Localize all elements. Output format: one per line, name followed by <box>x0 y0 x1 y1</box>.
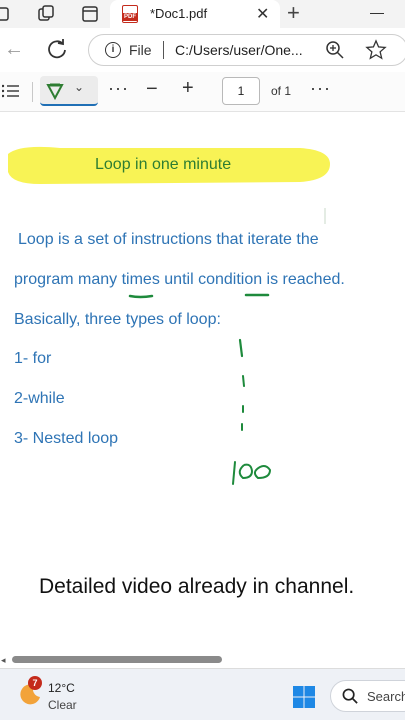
url-field[interactable]: i File C:/Users/user/One... <box>88 34 405 66</box>
weather-condition[interactable]: Clear <box>48 698 77 712</box>
page-number-input[interactable]: 1 <box>222 77 260 105</box>
more-tools-icon[interactable]: ··· <box>108 78 129 99</box>
zoom-icon[interactable] <box>325 40 345 60</box>
page-total-label: of 1 <box>271 84 292 98</box>
favorite-star-icon[interactable] <box>365 39 387 61</box>
search-placeholder: Search <box>367 689 405 704</box>
back-arrow-icon[interactable]: ← <box>4 38 24 61</box>
taskbar: 7 12°C Clear Search <box>0 668 405 720</box>
close-tab-icon[interactable]: ✕ <box>256 4 269 24</box>
url-separator <box>163 41 164 59</box>
table-of-contents-icon[interactable] <box>2 82 20 100</box>
pdf-page[interactable]: Loop in one minute Loop is a set of inst… <box>0 112 405 660</box>
workspaces-icon[interactable] <box>0 4 20 24</box>
more-options-icon[interactable]: ··· <box>310 78 331 99</box>
draw-button[interactable]: ⌄ <box>40 76 98 106</box>
tab-actions-icon[interactable] <box>80 4 100 24</box>
tab-title: *Doc1.pdf <box>150 6 208 21</box>
weather-badge: 7 <box>28 676 42 690</box>
underline-icon <box>128 293 270 299</box>
toolbar-divider <box>32 82 33 102</box>
scheme-label: File <box>129 42 152 58</box>
draw-pen-icon <box>46 83 64 100</box>
taskbar-search[interactable]: Search <box>330 680 405 712</box>
chevron-down-icon[interactable]: ⌄ <box>74 80 84 94</box>
tab-doc1[interactable]: PDF *Doc1.pdf ✕ <box>110 0 280 28</box>
info-icon[interactable]: i <box>105 42 121 58</box>
reload-icon[interactable] <box>46 38 68 60</box>
video-caption: Detailed video already in channel. <box>39 575 355 598</box>
tally-marks-icon <box>238 208 326 431</box>
zoom-out-button[interactable]: − <box>146 78 158 101</box>
handwritten-100-icon <box>232 461 272 485</box>
temperature[interactable]: 12°C <box>48 681 75 695</box>
address-bar: ← i File C:/Users/user/One... <box>0 28 405 72</box>
zoom-in-button[interactable]: + <box>182 77 194 100</box>
scroll-left-icon[interactable]: ◂ <box>1 655 6 666</box>
pdf-toolbar: ⌄ ··· − + 1 of 1 ··· <box>0 72 405 112</box>
tab-strip: PDF *Doc1.pdf ✕ + <box>0 0 405 28</box>
new-tab-button[interactable]: + <box>287 0 300 26</box>
windows-start-icon[interactable] <box>292 685 316 709</box>
pdf-file-icon: PDF <box>122 5 138 23</box>
minimize-icon[interactable] <box>370 13 384 14</box>
collections-icon[interactable] <box>36 4 56 24</box>
url-text[interactable]: C:/Users/user/One... <box>175 42 303 58</box>
search-icon <box>342 688 358 704</box>
scrollbar-thumb[interactable] <box>12 656 222 663</box>
horizontal-scrollbar[interactable]: ◂ <box>0 654 405 666</box>
